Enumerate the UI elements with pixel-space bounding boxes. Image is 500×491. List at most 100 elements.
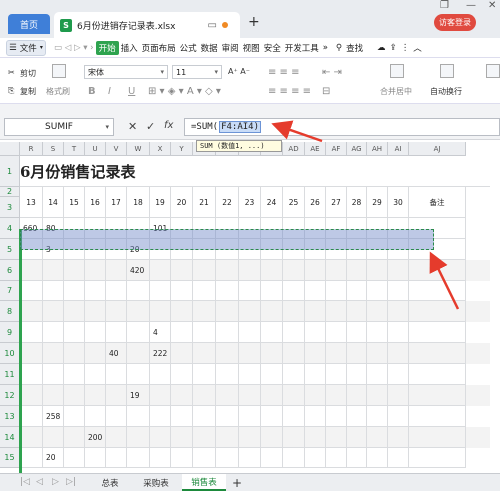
table-cell[interactable] — [43, 281, 64, 301]
table-cell[interactable] — [239, 427, 261, 448]
table-cell[interactable] — [261, 281, 283, 301]
confirm-icon[interactable]: ✓ — [146, 120, 155, 133]
table-cell[interactable] — [283, 343, 305, 364]
table-cell[interactable] — [305, 448, 326, 468]
table-cell[interactable] — [326, 448, 347, 468]
table-cell[interactable] — [367, 260, 388, 281]
menu-item-page-layout[interactable]: 页面布局 — [140, 42, 178, 54]
table-cell[interactable] — [127, 448, 150, 468]
table-cell[interactable] — [216, 322, 239, 343]
table-cell[interactable] — [409, 322, 466, 343]
table-cell[interactable] — [20, 301, 43, 322]
format-painter-button[interactable]: 格式刷 — [46, 86, 70, 97]
table-cell[interactable] — [171, 281, 193, 301]
row-header[interactable]: 14 — [0, 427, 20, 448]
bold-button[interactable]: B — [88, 86, 96, 97]
table-cell[interactable] — [171, 427, 193, 448]
table-cell[interactable] — [193, 322, 216, 343]
table-cell[interactable] — [409, 427, 466, 448]
table-cell[interactable] — [171, 260, 193, 281]
table-cell[interactable] — [20, 448, 43, 468]
table-cell[interactable] — [347, 385, 367, 406]
table-cell[interactable] — [150, 364, 171, 385]
table-cell[interactable] — [388, 364, 409, 385]
table-cell[interactable] — [106, 427, 127, 448]
table-cell[interactable] — [347, 406, 367, 427]
table-cell[interactable] — [20, 406, 43, 427]
table-cell[interactable] — [43, 364, 64, 385]
table-cell[interactable]: 200 — [85, 427, 106, 448]
table-cell[interactable] — [127, 364, 150, 385]
table-cell[interactable] — [347, 343, 367, 364]
table-cell[interactable] — [261, 427, 283, 448]
table-cell[interactable] — [64, 301, 85, 322]
table-cell[interactable] — [20, 281, 43, 301]
table-cell[interactable] — [171, 364, 193, 385]
table-cell[interactable] — [43, 301, 64, 322]
column-header[interactable]: AJ — [409, 142, 466, 156]
table-cell[interactable] — [239, 343, 261, 364]
cut-icon[interactable]: ✂ — [8, 68, 15, 77]
table-cell[interactable] — [20, 385, 43, 406]
table-cell[interactable] — [261, 364, 283, 385]
table-cell[interactable] — [43, 322, 64, 343]
table-cell[interactable] — [193, 448, 216, 468]
table-cell[interactable] — [64, 406, 85, 427]
table-cell[interactable] — [326, 301, 347, 322]
table-cell[interactable] — [171, 448, 193, 468]
table-cell[interactable] — [127, 281, 150, 301]
table-cell[interactable] — [85, 301, 106, 322]
table-cell[interactable] — [216, 448, 239, 468]
table-cell[interactable] — [85, 260, 106, 281]
day-header[interactable]: 27 — [326, 187, 347, 218]
column-header[interactable]: W — [127, 142, 150, 156]
copy-icon[interactable]: ⎘ — [8, 86, 14, 96]
table-cell[interactable] — [261, 343, 283, 364]
table-cell[interactable] — [193, 427, 216, 448]
table-cell[interactable] — [20, 322, 43, 343]
row-header[interactable]: 10 — [0, 343, 20, 364]
table-cell[interactable] — [239, 364, 261, 385]
sheet-tab-summary[interactable]: 总表 — [90, 474, 130, 491]
table-cell[interactable] — [261, 301, 283, 322]
row-header[interactable]: 2 — [0, 187, 20, 197]
table-cell[interactable] — [171, 406, 193, 427]
table-cell[interactable] — [106, 406, 127, 427]
toolbar-icons[interactable]: ▭ ◁ ▷ ▾ › — [52, 43, 96, 53]
row-header[interactable]: 11 — [0, 364, 20, 385]
day-header[interactable]: 19 — [150, 187, 171, 218]
table-cell[interactable] — [85, 343, 106, 364]
table-cell[interactable] — [305, 260, 326, 281]
table-cell[interactable] — [367, 406, 388, 427]
search-label[interactable]: 查找 — [344, 42, 365, 54]
table-cell[interactable] — [305, 322, 326, 343]
table-cell[interactable] — [283, 301, 305, 322]
table-cell[interactable] — [64, 260, 85, 281]
border-icon[interactable]: ⊞ ▾ ◈ ▾ A ▾ ◇ ▾ — [148, 86, 221, 97]
cloud-icon[interactable]: ☁ — [375, 43, 388, 53]
table-cell[interactable] — [305, 406, 326, 427]
table-cell[interactable] — [347, 322, 367, 343]
guest-login-button[interactable]: 访客登录 — [434, 14, 476, 31]
table-cell[interactable] — [64, 343, 85, 364]
table-cell[interactable] — [216, 301, 239, 322]
table-cell[interactable] — [64, 427, 85, 448]
italic-button[interactable]: I — [108, 86, 111, 97]
table-cell[interactable] — [283, 281, 305, 301]
table-cell[interactable] — [305, 301, 326, 322]
table-cell[interactable] — [127, 343, 150, 364]
table-cell[interactable] — [347, 301, 367, 322]
day-header[interactable]: 18 — [127, 187, 150, 218]
table-cell[interactable] — [409, 406, 466, 427]
table-cell[interactable] — [106, 322, 127, 343]
table-cell[interactable] — [127, 406, 150, 427]
table-cell[interactable] — [106, 448, 127, 468]
column-header[interactable]: Y — [171, 142, 193, 156]
table-cell[interactable] — [388, 260, 409, 281]
table-cell[interactable] — [305, 385, 326, 406]
table-cell[interactable] — [193, 385, 216, 406]
table-cell[interactable] — [367, 301, 388, 322]
table-cell[interactable] — [193, 364, 216, 385]
table-cell[interactable] — [367, 427, 388, 448]
table-cell[interactable] — [106, 385, 127, 406]
